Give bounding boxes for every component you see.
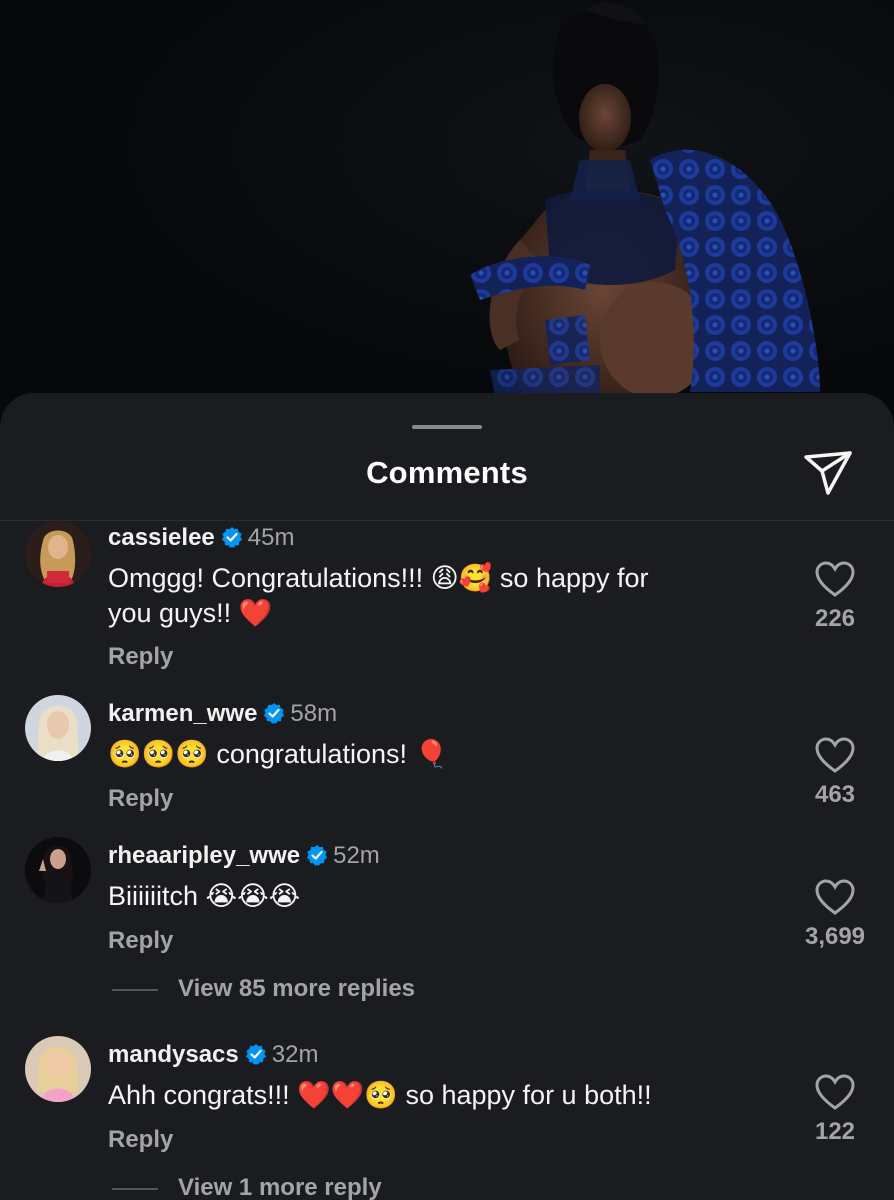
view-more-replies-label: View 1 more reply xyxy=(178,1174,382,1200)
like-control: 226 xyxy=(790,561,880,633)
verified-badge-icon xyxy=(245,1043,267,1065)
comment-text-line: you guys!! ❤️ xyxy=(108,598,273,628)
view-more-replies-label: View 85 more replies xyxy=(178,975,416,1002)
comment-timestamp: 58m xyxy=(290,700,338,727)
comment-text-line: Biiiiiitch 😭😭😭 xyxy=(108,881,301,911)
heart-icon[interactable] xyxy=(815,879,855,915)
comment-timestamp: 52m xyxy=(333,842,380,869)
verified-badge-icon xyxy=(306,844,328,866)
avatar[interactable] xyxy=(25,695,91,761)
comments-sheet: Comments cassielee 45m Omggg! Congratulat… xyxy=(0,393,894,1200)
reel-background-photo xyxy=(0,0,894,420)
comment-username[interactable]: rheaaripley_wwe xyxy=(108,842,300,869)
comment-text-line: 🥺🥺🥺 congratulations! 🎈 xyxy=(108,739,449,769)
comment-username[interactable]: karmen_wwe xyxy=(108,700,257,727)
like-count: 3,699 xyxy=(804,923,866,950)
avatar[interactable] xyxy=(25,1036,91,1102)
comment-username[interactable]: mandysacs xyxy=(108,1041,239,1068)
like-count: 226 xyxy=(814,605,856,632)
header-divider xyxy=(0,520,894,521)
comment-timestamp: 45m xyxy=(247,524,295,551)
sheet-title: Comments xyxy=(366,455,528,490)
like-control: 3,699 xyxy=(790,879,880,951)
replies-divider-line xyxy=(112,1187,158,1190)
comment-text: Ahh congrats!!! ❤️❤️🥺 so happy for u bot… xyxy=(108,1078,748,1113)
sheet-drag-handle[interactable] xyxy=(412,425,482,429)
verified-badge-icon xyxy=(263,702,285,724)
reply-button[interactable]: Reply xyxy=(108,927,173,955)
reply-button[interactable]: Reply xyxy=(108,785,173,813)
comment-username[interactable]: cassielee xyxy=(108,524,215,551)
comment-text: Omggg! Congratulations!!! 😩🥰 so happy fo… xyxy=(108,561,748,631)
heart-icon[interactable] xyxy=(815,1074,855,1110)
comment-text-line: Ahh congrats!!! ❤️❤️🥺 so happy for u bot… xyxy=(108,1080,652,1110)
replies-divider-line xyxy=(112,988,158,991)
heart-icon[interactable] xyxy=(815,737,855,773)
view-more-replies[interactable]: View 85 more replies xyxy=(112,975,415,1003)
like-control: 122 xyxy=(790,1074,880,1146)
verified-badge-icon xyxy=(221,526,243,548)
view-more-replies[interactable]: View 1 more reply xyxy=(112,1174,382,1200)
heart-icon[interactable] xyxy=(815,561,855,597)
reply-button[interactable]: Reply xyxy=(108,1126,173,1154)
send-icon[interactable] xyxy=(802,449,854,497)
avatar[interactable] xyxy=(25,837,91,903)
like-count: 463 xyxy=(814,781,856,808)
like-count: 122 xyxy=(814,1118,856,1145)
avatar[interactable] xyxy=(25,521,91,587)
comment-text-line: Omggg! Congratulations!!! 😩🥰 so happy fo… xyxy=(108,563,649,593)
comment-text: 🥺🥺🥺 congratulations! 🎈 xyxy=(108,737,748,772)
photo-illustration xyxy=(0,0,894,420)
reply-button[interactable]: Reply xyxy=(108,643,173,671)
like-control: 463 xyxy=(790,737,880,809)
comment-timestamp: 32m xyxy=(271,1041,319,1068)
comment-text: Biiiiiitch 😭😭😭 xyxy=(108,879,748,914)
